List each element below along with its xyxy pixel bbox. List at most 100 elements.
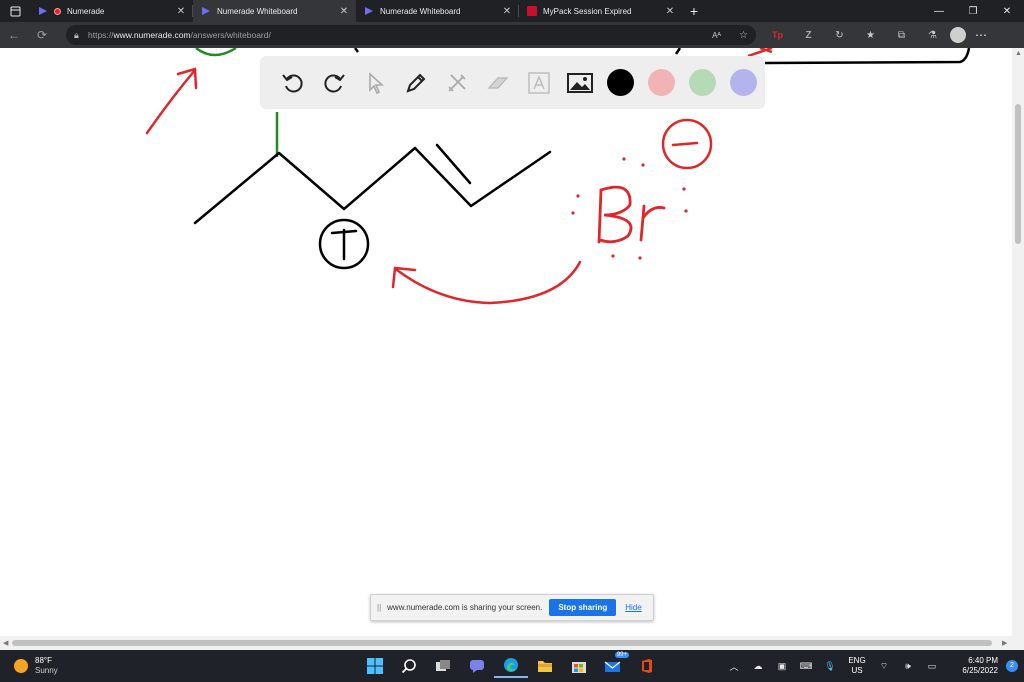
undo-button[interactable]: [272, 62, 313, 103]
pen-button[interactable]: [395, 62, 436, 103]
color-swatch: [648, 69, 675, 96]
collections-icon[interactable]: ⧉: [886, 30, 917, 41]
office-icon: [642, 659, 652, 673]
show-hidden-icons-icon[interactable]: ︿: [722, 660, 746, 673]
tab-close-icon[interactable]: ✕: [501, 6, 513, 17]
share-message: www.numerade.com is sharing your screen.: [387, 603, 543, 612]
back-icon[interactable]: ←: [0, 28, 28, 42]
clock-time: 6:40 PM: [968, 656, 998, 665]
taskbar-apps: 99+: [358, 652, 664, 678]
extension-refresh-icon[interactable]: ↻: [824, 30, 855, 41]
wifi-icon[interactable]: ⌔: [872, 661, 896, 672]
store-button[interactable]: [562, 654, 596, 678]
red-arrow-stroke: [747, 48, 773, 58]
color-swatch: [730, 69, 757, 96]
tab-close-icon[interactable]: ✕: [175, 6, 187, 17]
weather-widget[interactable]: 88°F Sunny: [14, 656, 58, 676]
stop-sharing-button[interactable]: Stop sharing: [549, 599, 617, 616]
volume-icon[interactable]: 🕪︎: [896, 661, 920, 672]
numerade-favicon-icon: [39, 7, 47, 15]
tools-button[interactable]: [436, 62, 477, 103]
black-bracket-stroke: [763, 48, 971, 65]
color-swatch: [607, 69, 634, 96]
meet-now-icon[interactable]: ▣: [770, 661, 794, 672]
more-menu-icon[interactable]: ⋯: [966, 28, 996, 42]
tab-title: MyPack Session Expired: [543, 6, 632, 16]
lang-top: ENG: [848, 656, 866, 665]
text-button[interactable]: [518, 62, 559, 103]
task-view-button[interactable]: [426, 654, 460, 678]
tab-title: Numerade: [67, 6, 105, 16]
image-button[interactable]: [559, 62, 600, 103]
lang-bottom: US: [851, 666, 863, 675]
br-letter-stroke: [598, 185, 633, 244]
office-button[interactable]: [630, 654, 664, 678]
scroll-left-icon[interactable]: ◀: [3, 639, 8, 647]
hide-link[interactable]: Hide: [625, 603, 641, 612]
search-button[interactable]: [392, 654, 426, 678]
battery-icon[interactable]: ▭: [920, 661, 944, 672]
minus-sign-stroke: [671, 141, 699, 147]
refresh-icon[interactable]: ⟳: [28, 28, 56, 42]
color-red-button[interactable]: [641, 62, 682, 103]
system-tray: ︿ ☁ ▣ ⌨ 🎙︎ ENG US ⌔ 🕪︎ ▭ 6:40 PM 6/25/20…: [722, 650, 1024, 682]
profile-avatar[interactable]: [950, 27, 966, 43]
onedrive-icon[interactable]: ☁: [746, 661, 770, 672]
vertical-scrollbar[interactable]: ▲: [1012, 48, 1024, 636]
windows-logo-icon: [367, 658, 383, 674]
tab-actions-button[interactable]: [0, 0, 30, 22]
notification-badge[interactable]: 2: [1006, 660, 1018, 672]
chat-icon: [470, 660, 484, 673]
restore-icon[interactable]: ❐: [956, 0, 990, 22]
extension-z-icon[interactable]: Z: [793, 30, 824, 41]
window-controls: — ❐ ✕: [922, 0, 1024, 22]
tools-icon: [447, 73, 466, 92]
horizontal-scrollbar[interactable]: ◀ ▶: [0, 636, 1024, 650]
whiteboard-canvas[interactable]: Br + −: [0, 48, 1012, 636]
file-explorer-button[interactable]: [528, 654, 562, 678]
browser-tab-bar: Numerade ✕ Numerade Whiteboard ✕ Numerad…: [0, 0, 1024, 22]
color-green-button[interactable]: [682, 62, 723, 103]
text-icon: [527, 71, 550, 94]
read-aloud-icon[interactable]: Aᴬ: [712, 31, 721, 40]
redo-button[interactable]: [313, 62, 354, 103]
tab-close-icon[interactable]: ✕: [664, 6, 676, 17]
new-tab-button[interactable]: +: [682, 0, 706, 22]
color-black-button[interactable]: [600, 62, 641, 103]
br-letter-stroke: [639, 204, 666, 242]
scroll-right-icon[interactable]: ▶: [1002, 639, 1007, 647]
tab-numerade-whiteboard-active[interactable]: Numerade Whiteboard ✕: [193, 0, 356, 22]
color-blue-button[interactable]: [723, 62, 764, 103]
eraser-icon: [486, 76, 509, 89]
edge-button[interactable]: [494, 654, 528, 678]
drag-handle-icon[interactable]: ||: [377, 603, 381, 612]
tab-mypack[interactable]: MyPack Session Expired ✕: [519, 0, 682, 22]
close-window-icon[interactable]: ✕: [990, 0, 1024, 22]
extensions-icon[interactable]: ⚗: [917, 30, 948, 41]
mypack-favicon-icon: [527, 6, 537, 16]
tab-close-icon[interactable]: ✕: [338, 6, 350, 17]
start-button[interactable]: [358, 654, 392, 678]
vertical-scroll-thumb[interactable]: [1015, 104, 1021, 244]
tab-numerade[interactable]: Numerade ✕: [30, 0, 193, 22]
clock[interactable]: 6:40 PM 6/25/2022: [948, 656, 998, 676]
eraser-button[interactable]: [477, 62, 518, 103]
keyboard-icon[interactable]: ⌨: [794, 661, 818, 672]
numerade-favicon-icon: [365, 7, 373, 15]
microphone-icon[interactable]: 🎙︎: [818, 661, 842, 672]
minimize-icon[interactable]: —: [922, 0, 956, 22]
teams-chat-button[interactable]: [460, 654, 494, 678]
scroll-up-icon[interactable]: ▲: [1015, 50, 1022, 57]
url-prefix: https://: [88, 30, 114, 40]
favorites-icon[interactable]: ★: [855, 30, 886, 41]
language-indicator[interactable]: ENG US: [842, 656, 872, 676]
tab-numerade-whiteboard[interactable]: Numerade Whiteboard ✕: [356, 0, 519, 22]
mail-button[interactable]: 99+: [596, 652, 630, 678]
url-field[interactable]: 🔒︎ https://www.numerade.com/answers/whit…: [66, 25, 756, 45]
horizontal-scroll-thumb[interactable]: [12, 640, 992, 646]
url-path: /answers/whiteboard/: [190, 30, 271, 40]
lock-icon: 🔒︎: [74, 29, 79, 40]
favorite-star-icon[interactable]: ☆: [739, 30, 748, 41]
extension-tp-icon[interactable]: Tp: [762, 30, 793, 41]
select-button[interactable]: [354, 62, 395, 103]
